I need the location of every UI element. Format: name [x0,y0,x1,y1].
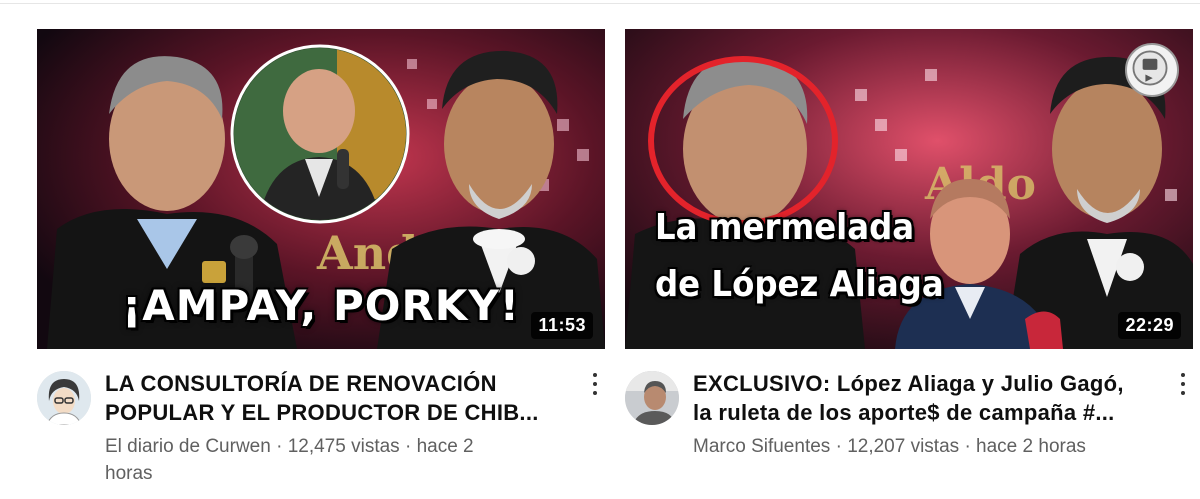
avatar-image [625,371,679,425]
thumbnail-overlay-text: ¡AMPAY, PORKY! [122,281,520,330]
video-title[interactable]: EXCLUSIVO: López Aliaga y Julio Gagó, la… [693,369,1153,427]
channel-avatar[interactable] [37,371,91,425]
avatar-image [37,371,91,425]
video-title[interactable]: LA CONSULTORÍA DE RENOVACIÓN POPULAR Y E… [105,369,565,427]
separator: · [276,436,283,457]
channel-name[interactable]: El diario de Curwen [105,436,271,457]
separator: · [404,436,412,457]
video-title-line: EXCLUSIVO: López Aliaga y Julio Gagó, [693,371,1124,396]
more-options-icon[interactable] [1175,371,1191,397]
video-card[interactable]: Aldo La [625,29,1195,479]
more-options-icon[interactable] [587,371,603,397]
view-count: 12,475 vistas [287,436,400,457]
upload-age: hace 2 [416,436,474,457]
separator: · [964,436,971,457]
view-count: 12,207 vistas [847,436,960,457]
video-metadata: El diario de Curwen · 12,475 vistas · ha… [105,433,575,487]
duration-badge: 11:53 [531,312,593,339]
duration-badge: 22:29 [1118,312,1181,339]
video-title-line: POPULAR Y EL PRODUCTOR DE CHIB... [105,400,539,425]
thumbnail-overlay-text: de López Aliaga [655,264,944,305]
channel-watermark-icon [1125,43,1179,97]
video-thumbnail[interactable]: Andr ¡AMPAY, PORKY! 11:53 [37,29,605,349]
separator: · [835,436,842,457]
video-thumbnail[interactable]: Aldo La [625,29,1193,349]
video-card[interactable]: Andr ¡AMPAY, PORKY! 11:53 LA CONSULTORÍA… [37,29,607,484]
upload-age: hace 2 horas [976,436,1086,457]
upload-age-continued: horas [105,463,153,484]
video-metadata: Marco Sifuentes · 12,207 vistas · hace 2… [693,433,1163,460]
video-meta: EXCLUSIVO: López Aliaga y Julio Gagó, la… [625,369,1195,479]
watermark-glyph [1132,50,1168,86]
channel-avatar[interactable] [625,371,679,425]
video-meta: LA CONSULTORÍA DE RENOVACIÓN POPULAR Y E… [37,369,607,484]
video-title-line: LA CONSULTORÍA DE RENOVACIÓN [105,371,497,396]
top-divider [0,3,1200,4]
video-title-line: la ruleta de los aporte$ de campaña #... [693,400,1115,425]
channel-name[interactable]: Marco Sifuentes [693,436,830,457]
thumbnail-overlay-text: La mermelada [655,207,915,248]
